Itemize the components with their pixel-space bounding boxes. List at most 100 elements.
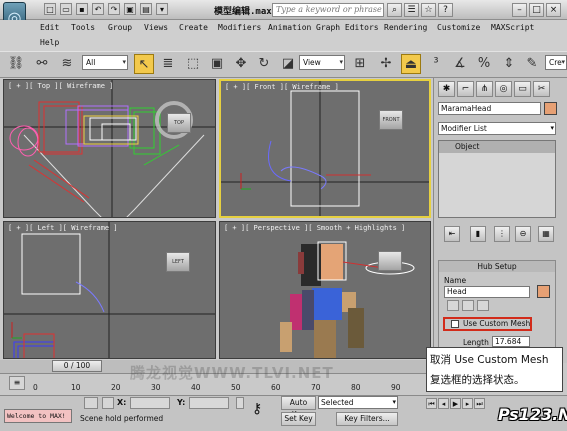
modify-tab-icon[interactable]: ⌐	[457, 81, 474, 97]
maxscript-listener[interactable]: Welcome to MAX!	[4, 409, 72, 423]
z-coordinate-field[interactable]	[236, 397, 244, 409]
bind-spacewarp-icon[interactable]: ≋	[57, 54, 77, 74]
viewport-top[interactable]: [ + ][ Top ][ Wireframe ] TOP	[3, 79, 216, 218]
modifier-list-dropdown[interactable]: Modifier List	[438, 122, 556, 135]
select-object-icon[interactable]: ↖	[134, 54, 154, 74]
star-icon[interactable]: ☆	[421, 3, 436, 17]
rectangle-selection-icon[interactable]: ⬚	[183, 54, 203, 74]
previous-frame-icon[interactable]: ◂	[438, 398, 449, 409]
menu-maxscript[interactable]: MAXScript	[491, 23, 534, 32]
viewport-front-label[interactable]: [ + ][ Front ][ Wireframe ]	[225, 83, 339, 91]
y-coordinate-field[interactable]	[189, 397, 229, 409]
name-color-swatch[interactable]	[537, 285, 550, 298]
new-file-icon[interactable]: □	[44, 3, 56, 15]
viewcube-perspective[interactable]	[378, 251, 402, 271]
search-input[interactable]: Type a keyword or phrase	[272, 3, 384, 17]
viewport-front[interactable]: [ + ][ Front ][ Wireframe ] FRONT	[219, 79, 431, 218]
next-frame-icon[interactable]: ▸	[462, 398, 473, 409]
key-icon[interactable]: ⚷	[252, 401, 262, 417]
remove-modifier-icon[interactable]: ⊖	[515, 226, 531, 242]
menu-create[interactable]: Create	[179, 23, 208, 32]
edit-named-selection-icon[interactable]: ✎	[522, 54, 542, 74]
window-crossing-icon[interactable]: ▣	[207, 54, 227, 74]
selection-filter-dropdown[interactable]: All	[82, 55, 128, 70]
viewport-top-label[interactable]: [ + ][ Top ][ Wireframe ]	[8, 82, 113, 90]
utilities-tab-icon[interactable]: ✂	[533, 81, 550, 97]
menu-rendering[interactable]: Rendering	[384, 23, 427, 32]
hierarchy-tab-icon[interactable]: ⋔	[476, 81, 493, 97]
viewport-left[interactable]: [ + ][ Left ][ Wireframe ] LEFT	[3, 221, 216, 359]
open-file-icon[interactable]: ▭	[60, 3, 72, 15]
key-filters-button[interactable]: Key Filters...	[336, 412, 398, 426]
named-selection-dropdown[interactable]: Cre	[545, 55, 567, 70]
viewport-perspective[interactable]: [ + ][ Perspective ][ Smooth + Highlight…	[219, 221, 431, 359]
auto-key-button[interactable]: Auto Key	[281, 396, 316, 419]
pivot-center-icon[interactable]: ⊞	[350, 54, 370, 74]
hub-setup-header[interactable]: Hub Setup	[439, 261, 555, 272]
configure-modifier-sets-icon[interactable]: ▦	[538, 226, 554, 242]
spinner-snap-icon[interactable]: ⇕	[499, 54, 519, 74]
maximize-icon[interactable]: □	[529, 3, 544, 17]
menu-customize[interactable]: Customize	[437, 23, 480, 32]
link-icon[interactable]: ⛓	[6, 54, 26, 74]
stack-item-object[interactable]: Object	[439, 141, 555, 153]
length-spinner[interactable]: 17.684	[492, 336, 530, 347]
absolute-mode-icon[interactable]	[102, 397, 114, 409]
go-to-end-icon[interactable]: ⏭	[474, 398, 485, 409]
viewport-perspective-label[interactable]: [ + ][ Perspective ][ Smooth + Highlight…	[224, 224, 405, 232]
reference-coordinate-dropdown[interactable]: View	[299, 55, 345, 70]
object-name-field[interactable]: MaramaHead	[438, 102, 541, 115]
save-file-icon[interactable]: ▪	[76, 3, 88, 15]
keyboard-shortcut-override-icon[interactable]: ⏏	[401, 54, 421, 74]
undo-icon[interactable]: ↶	[92, 3, 104, 15]
create-tab-icon[interactable]: ✱	[438, 81, 455, 97]
quick-access-dropdown-icon[interactable]: ▾	[156, 3, 168, 15]
mini-curve-editor-icon[interactable]: ≡	[9, 376, 25, 390]
use-custom-mesh-label[interactable]: Use Custom Mesh	[463, 319, 530, 328]
percent-snap-icon[interactable]: %	[474, 54, 494, 74]
play-icon[interactable]: ▶	[450, 398, 461, 409]
go-to-start-icon[interactable]: ⏮	[426, 398, 437, 409]
viewcube-top[interactable]: TOP	[167, 113, 191, 133]
menu-help[interactable]: Help	[40, 38, 59, 47]
pin-stack-icon[interactable]: ⇤	[444, 226, 460, 242]
menu-views[interactable]: Views	[144, 23, 168, 32]
select-scale-icon[interactable]: ◪	[278, 54, 298, 74]
fetch-icon[interactable]: ▤	[140, 3, 152, 15]
menu-graph-editors[interactable]: Graph Editors	[316, 23, 379, 32]
name-input[interactable]: Head	[444, 286, 530, 298]
menu-modifiers[interactable]: Modifiers	[218, 23, 261, 32]
viewport-left-label[interactable]: [ + ][ Left ][ Wireframe ]	[8, 224, 118, 232]
menu-animation[interactable]: Animation	[268, 23, 311, 32]
make-unique-icon[interactable]: ⋮	[494, 226, 510, 242]
search-icon[interactable]: ⌕	[387, 3, 402, 17]
object-color-swatch[interactable]	[544, 102, 557, 115]
key-selection-dropdown[interactable]: Selected	[318, 396, 398, 409]
copy-icon[interactable]	[462, 300, 474, 311]
menu-group[interactable]: Group	[108, 23, 132, 32]
snaps-toggle-icon[interactable]: ³	[426, 54, 446, 74]
selection-lock-icon[interactable]	[84, 397, 98, 409]
help-button[interactable]: ?	[438, 3, 453, 17]
viewcube-left[interactable]: LEFT	[166, 252, 190, 272]
motion-tab-icon[interactable]: ◎	[495, 81, 512, 97]
select-move-icon[interactable]: ✥	[231, 54, 251, 74]
subscription-icon[interactable]: ☰	[404, 3, 419, 17]
display-tab-icon[interactable]: ▭	[514, 81, 531, 97]
paste-icon[interactable]	[477, 300, 489, 311]
menu-edit[interactable]: Edit	[40, 23, 59, 32]
select-rotate-icon[interactable]: ↻	[254, 54, 274, 74]
minimize-icon[interactable]: –	[512, 3, 527, 17]
time-slider[interactable]: 0 / 100	[52, 360, 102, 372]
redo-icon[interactable]: ↷	[108, 3, 120, 15]
select-manipulate-icon[interactable]: ✢	[376, 54, 396, 74]
unlink-icon[interactable]: ⚯	[32, 54, 52, 74]
x-coordinate-field[interactable]	[130, 397, 170, 409]
select-by-name-icon[interactable]: ≣	[158, 54, 178, 74]
show-end-result-icon[interactable]: ▮	[470, 226, 486, 242]
menu-tools[interactable]: Tools	[71, 23, 95, 32]
use-custom-mesh-checkbox[interactable]	[451, 320, 459, 328]
angle-snap-icon[interactable]: ∡	[450, 54, 470, 74]
close-icon[interactable]: ×	[546, 3, 561, 17]
viewcube-front[interactable]: FRONT	[379, 110, 403, 130]
